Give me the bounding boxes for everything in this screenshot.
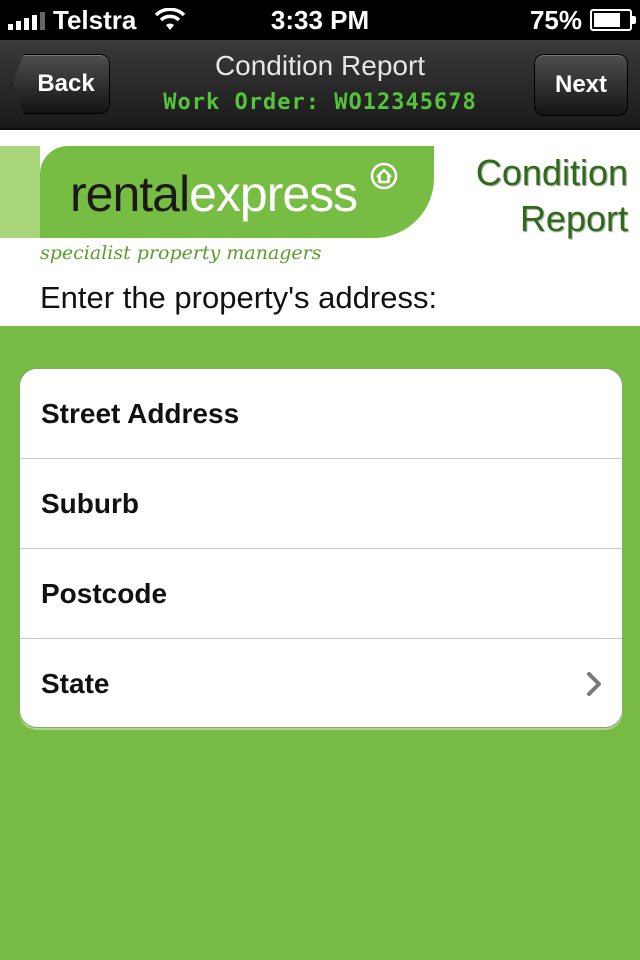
home-icon: [370, 162, 398, 190]
header-section: rentalexpress specialist property manage…: [0, 130, 640, 326]
chevron-right-icon: [587, 671, 601, 696]
suburb-label: Suburb: [41, 487, 139, 519]
work-order-subtitle: Work Order: WO12345678: [163, 90, 477, 115]
report-title-line1: Condition: [475, 152, 628, 193]
report-title-line2: Report: [519, 198, 628, 239]
status-right: 75%: [529, 0, 636, 40]
logo-rental-text: rental: [70, 166, 190, 222]
postcode-label: Postcode: [41, 577, 168, 609]
battery-percentage: 75%: [529, 4, 582, 35]
street-address-label: Street Address: [41, 397, 240, 429]
next-button[interactable]: Next: [534, 54, 628, 116]
address-form: Street Address Suburb Postcode State: [19, 368, 623, 728]
suburb-field[interactable]: Suburb: [20, 459, 622, 549]
address-prompt: Enter the property's address:: [40, 280, 438, 315]
report-title: Condition Report: [476, 150, 628, 242]
nav-title: Condition Report: [214, 50, 426, 81]
state-selector[interactable]: State: [20, 639, 622, 727]
battery-fill: [594, 13, 620, 27]
state-label: State: [41, 667, 110, 699]
brand-tagline: specialist property managers: [40, 242, 322, 264]
postcode-field[interactable]: Postcode: [20, 549, 622, 639]
battery-icon: [590, 9, 636, 31]
status-bar: Telstra 3:33 PM 75%: [0, 0, 640, 40]
logo-express-text: express: [189, 166, 358, 222]
logo-stripe: [0, 146, 40, 238]
back-button[interactable]: Back: [12, 54, 110, 114]
navigation-bar: Back Condition Report Work Order: WO1234…: [0, 40, 640, 130]
street-address-field[interactable]: Street Address: [20, 369, 622, 459]
brand-logo: rentalexpress: [70, 165, 358, 223]
